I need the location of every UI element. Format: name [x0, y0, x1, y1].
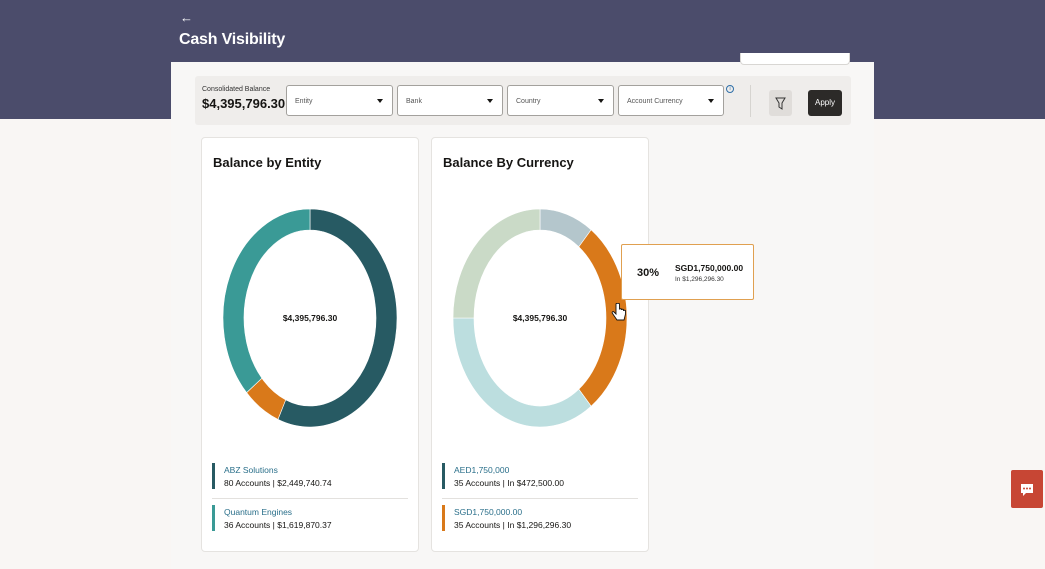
consolidated-balance-value: $4,395,796.30	[202, 96, 286, 111]
balance-by-currency-card: Balance By Currency $4,395,796.30 AED1,7…	[431, 137, 649, 552]
legend-color-bar	[212, 505, 215, 531]
country-select-label: Country	[516, 98, 541, 105]
tooltip-percent: 30%	[637, 267, 660, 279]
legend-item-detail: 80 Accounts | $2,449,740.74	[224, 478, 332, 488]
legend-item-detail: 36 Accounts | $1,619,870.37	[224, 520, 332, 530]
legend-color-bar	[212, 463, 215, 489]
chevron-down-icon	[598, 99, 604, 103]
apply-button[interactable]: Apply	[808, 90, 842, 116]
country-select[interactable]: Country	[507, 85, 614, 116]
legend-item-detail: 35 Accounts | In $1,296,296.30	[454, 520, 572, 530]
donut-center-value: $4,395,796.30	[513, 313, 568, 323]
divider	[750, 85, 751, 117]
back-arrow-icon[interactable]: ←	[180, 10, 193, 25]
chat-button[interactable]	[1011, 470, 1043, 508]
legend-item-name[interactable]: ABZ Solutions	[224, 465, 278, 475]
balance-by-entity-donut[interactable]: $4,395,796.30	[212, 202, 408, 434]
legend-item-name[interactable]: AED1,750,000	[454, 465, 509, 475]
card-title: Balance by Entity	[213, 155, 322, 170]
legend-item[interactable]: Quantum Engines 36 Accounts | $1,619,870…	[212, 505, 408, 535]
card-title: Balance By Currency	[443, 155, 574, 170]
hand-cursor-icon	[611, 303, 626, 321]
tooltip-subvalue: In $1,296,296.30	[675, 276, 724, 283]
legend-color-bar	[442, 505, 445, 531]
chevron-down-icon	[708, 99, 714, 103]
donut-center-value: $4,395,796.30	[283, 313, 338, 323]
account-currency-select[interactable]: Account Currency	[618, 85, 724, 116]
page-title: Cash Visibility	[179, 31, 286, 48]
bank-select[interactable]: Bank	[397, 85, 503, 116]
legend-item[interactable]: SGD1,750,000.00 35 Accounts | In $1,296,…	[442, 505, 638, 535]
info-icon[interactable]: i	[726, 85, 734, 93]
chevron-down-icon	[377, 99, 383, 103]
entity-select[interactable]: Entity	[286, 85, 393, 116]
consolidated-balance-label: Consolidated Balance	[202, 86, 271, 93]
bank-select-label: Bank	[406, 98, 422, 105]
legend-item-name[interactable]: SGD1,750,000.00	[454, 507, 522, 517]
legend-divider	[442, 498, 638, 499]
header-action-box	[740, 53, 850, 65]
donut-segment[interactable]	[452, 317, 592, 428]
donut-segment[interactable]	[452, 208, 541, 319]
chevron-down-icon	[487, 99, 493, 103]
balance-by-currency-donut[interactable]: $4,395,796.30	[442, 202, 638, 434]
legend-color-bar	[442, 463, 445, 489]
filter-icon	[775, 97, 786, 110]
account-currency-select-label: Account Currency	[627, 98, 683, 105]
clear-filter-button[interactable]	[769, 90, 792, 116]
chart-tooltip: 30% SGD1,750,000.00 In $1,296,296.30	[621, 244, 754, 300]
entity-select-label: Entity	[295, 98, 313, 105]
tooltip-value: SGD1,750,000.00	[675, 263, 744, 273]
legend-item-name[interactable]: Quantum Engines	[224, 507, 292, 517]
legend-item[interactable]: AED1,750,000 35 Accounts | In $472,500.0…	[442, 463, 638, 493]
legend-divider	[212, 498, 408, 499]
chat-icon	[1021, 484, 1033, 496]
balance-by-entity-card: Balance by Entity $4,395,796.30 ABZ Solu…	[201, 137, 419, 552]
donut-segment[interactable]	[222, 208, 311, 394]
legend-item[interactable]: ABZ Solutions 80 Accounts | $2,449,740.7…	[212, 463, 408, 493]
legend-item-detail: 35 Accounts | In $472,500.00	[454, 478, 564, 488]
